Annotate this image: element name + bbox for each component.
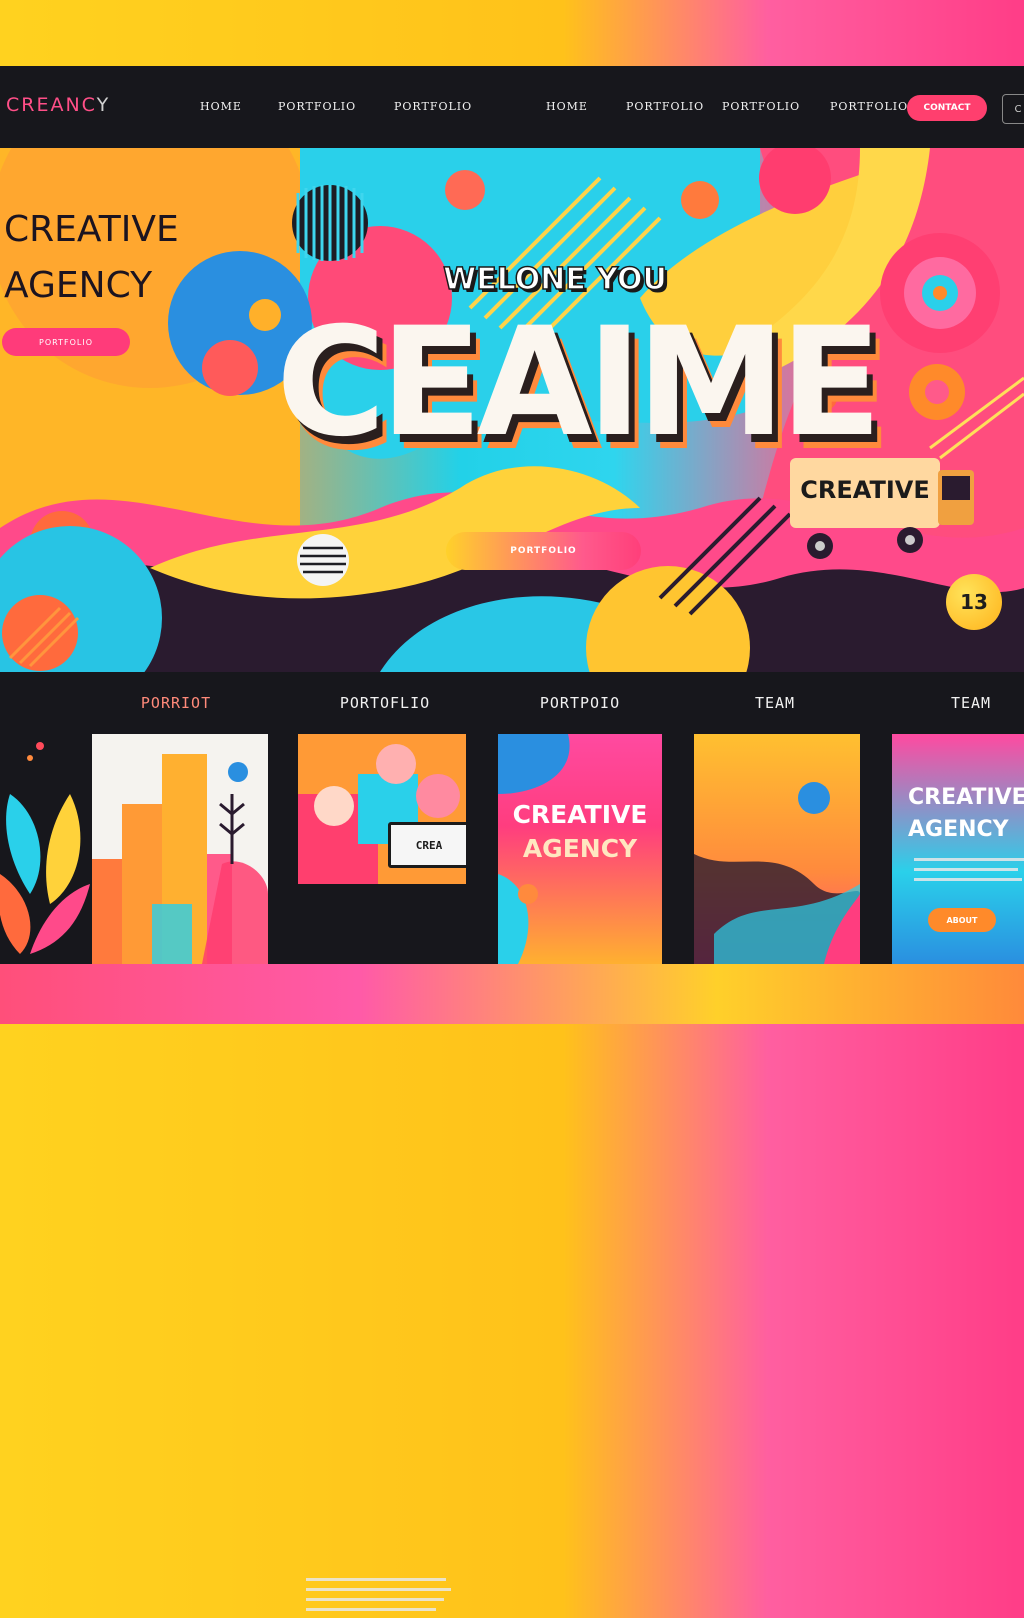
- hero-cta-button[interactable]: PORTFOLIO: [446, 532, 641, 570]
- hero-side-title-line1: CREATIVE: [4, 209, 179, 250]
- card3-title-line2: AGENCY: [522, 834, 638, 863]
- hero-main-heading: CEAIME: [276, 296, 882, 470]
- menu-button[interactable]: C: [1002, 94, 1024, 124]
- nav-item-portfolio-4[interactable]: PORTFOLIO: [722, 100, 800, 113]
- hero-side-button[interactable]: PORTFOLIO: [2, 328, 130, 356]
- portfolio-card-4[interactable]: [694, 734, 860, 964]
- card3-title: CREATIVE AGENCY: [498, 798, 662, 866]
- top-navbar: CREANCY HOME PORTFOLIO PORTFOLIO HOME PO…: [0, 66, 1024, 148]
- card3-title-line1: CREATIVE: [512, 800, 648, 829]
- portfolio-header-1: PORRIOT: [140, 694, 212, 712]
- nav-item-portfolio-2[interactable]: PORTFOLIO: [394, 100, 472, 113]
- hero-side-title: CREATIVE AGENCY: [4, 202, 304, 314]
- portfolio-header-5: TEAM: [950, 694, 992, 712]
- hero-welcome-heading: WELONE YOU: [442, 261, 667, 298]
- logo-text-tail: Y: [96, 94, 111, 116]
- card2-text-lines: [306, 1578, 456, 1618]
- hero-side-title-line2: AGENCY: [4, 265, 153, 306]
- portfolio-card-1[interactable]: [92, 734, 268, 964]
- nav-item-home-2[interactable]: HOME: [546, 100, 588, 113]
- truck-label: CREATIVE: [800, 476, 930, 504]
- hero-section: CREATIVE AGENCY PORTFOLIO WELONE YOU CEA…: [0, 148, 1024, 672]
- card5-button[interactable]: ABOUT: [928, 908, 996, 932]
- card5-title: CREATIVE AGENCY: [908, 782, 1024, 846]
- portfolio-header-4: TEAM: [754, 694, 796, 712]
- card5-title-line1: CREATIVE: [908, 785, 1024, 810]
- portfolio-header-2: PORTOFLIO: [339, 694, 431, 712]
- portfolio-card-5[interactable]: CREATIVE AGENCY ABOUT: [892, 734, 1024, 964]
- bottom-color-band: [0, 964, 1024, 1024]
- card1-graphic: [92, 754, 268, 964]
- card5-title-line2: AGENCY: [908, 817, 1009, 842]
- brand-logo[interactable]: CREANCY: [6, 94, 110, 116]
- nav-item-portfolio[interactable]: PORTFOLIO: [278, 100, 356, 113]
- card2-screen: CREA: [388, 822, 466, 868]
- contact-button[interactable]: CONTACT: [907, 95, 987, 121]
- leaf-illustration: [0, 742, 90, 954]
- logo-text: CREANC: [6, 94, 97, 116]
- number-badge: 13: [946, 574, 1002, 630]
- portfolio-card-2[interactable]: CREA: [298, 734, 466, 884]
- nav-item-home[interactable]: HOME: [200, 100, 242, 113]
- card4-graphic: [694, 782, 860, 964]
- nav-item-portfolio-5[interactable]: PORTFOLIO: [830, 100, 908, 113]
- portfolio-strip: PORRIOT PORTOFLIO PORTPOIO TEAM TEAM CRE…: [0, 672, 1024, 1611]
- card5-text-lines: [914, 858, 1024, 888]
- nav-item-portfolio-3[interactable]: PORTFOLIO: [626, 100, 704, 113]
- portfolio-header-3: PORTPOIO: [539, 694, 621, 712]
- portfolio-card-3[interactable]: CREATIVE AGENCY: [498, 734, 662, 964]
